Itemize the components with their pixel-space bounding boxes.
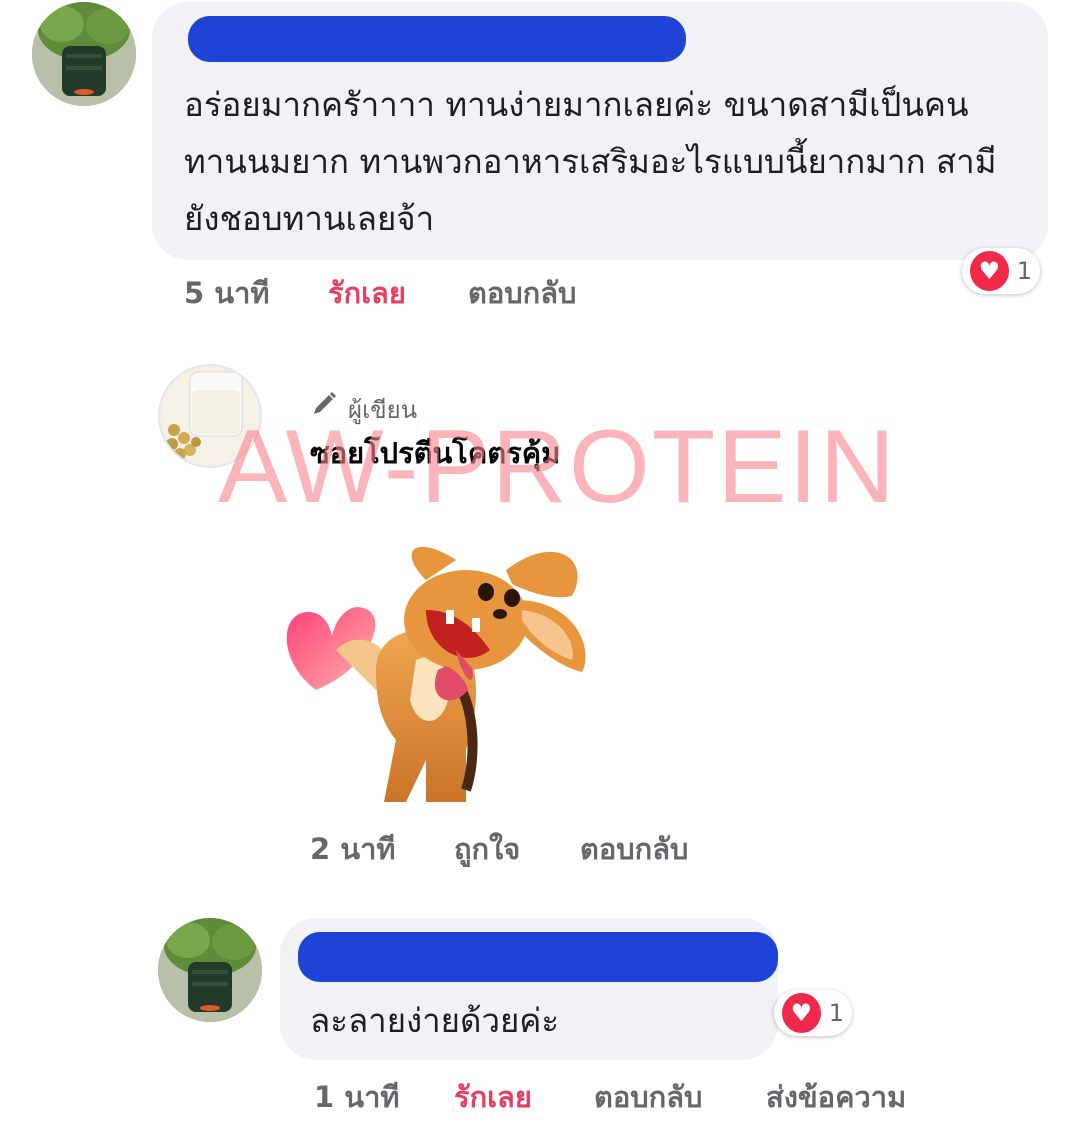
comment-text: ละลายง่ายด้วยค่ะ (310, 1001, 560, 1040)
comment-time[interactable]: 2 นาที (310, 826, 396, 872)
love-button[interactable]: รักเลย (454, 1074, 532, 1120)
commenter-avatar[interactable] (158, 918, 262, 1022)
comment-bubble: อร่อยมากครัาาาา ทานง่ายมากเลยค่ะ ขนาดสาม… (152, 2, 1048, 260)
dog-with-heart-sticker (276, 540, 596, 810)
like-button[interactable]: ถูกใจ (454, 826, 520, 872)
comment-bubble: ละลายง่ายด้วยค่ะ (280, 918, 778, 1060)
send-message-button[interactable]: ส่งข้อความ (766, 1074, 906, 1120)
love-button[interactable]: รักเลย (328, 270, 406, 316)
reply-button[interactable]: ตอบกลับ (580, 826, 688, 872)
heart-reaction-icon: ♥ (970, 251, 1009, 291)
comment-time[interactable]: 1 นาที (314, 1074, 400, 1120)
redacted-name (188, 16, 686, 62)
reply-button[interactable]: ตอบกลับ (468, 270, 576, 316)
watermark: AW-PROTEIN (218, 409, 897, 525)
heart-reaction-icon: ♥ (782, 993, 821, 1033)
reaction-summary[interactable]: ♥ 1 (962, 248, 1040, 294)
reaction-summary[interactable]: ♥ 1 (774, 990, 852, 1036)
redacted-name (298, 932, 778, 982)
comment-time[interactable]: 5 นาที (184, 270, 270, 316)
reaction-count: 1 (828, 999, 844, 1027)
reply-button[interactable]: ตอบกลับ (594, 1074, 702, 1120)
avatar-plant-image (32, 2, 136, 106)
reaction-count: 1 (1016, 257, 1032, 285)
avatar-plant-image (158, 918, 262, 1022)
comment-text: อร่อยมากครัาาาา ทานง่ายมากเลยค่ะ ขนาดสาม… (184, 85, 997, 238)
commenter-avatar[interactable] (32, 2, 136, 106)
